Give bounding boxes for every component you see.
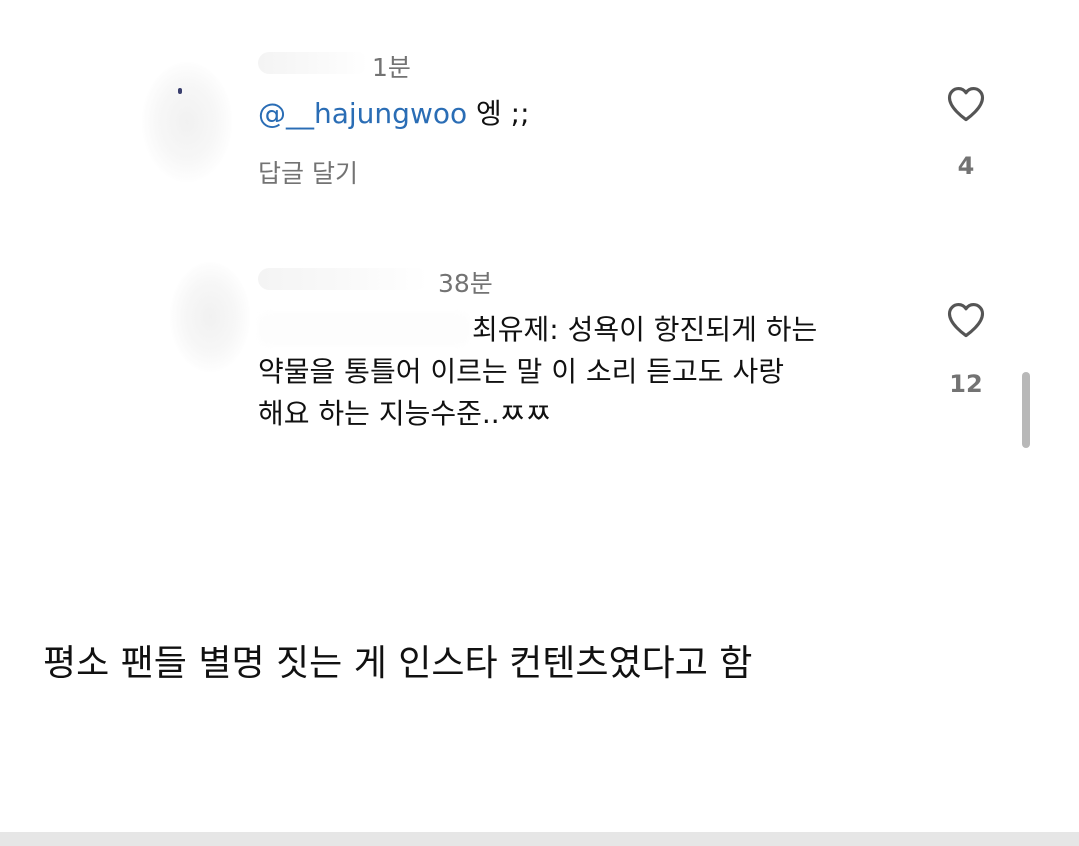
comment-1-avatar[interactable]	[142, 62, 232, 182]
comment-1-like-count: 4	[957, 152, 975, 180]
comment-2-like-button[interactable]	[944, 298, 988, 342]
heart-outline-icon	[947, 87, 985, 122]
comment-2-line-3: 해요 하는 지능수준..ㅉㅉ	[258, 397, 552, 430]
comment-2-username-blurred[interactable]	[258, 268, 428, 290]
comment-1-body: 엥 ;;	[467, 97, 530, 130]
avatar-mark	[178, 88, 182, 94]
comment-1-timestamp: 1분	[372, 53, 411, 82]
comment-2-redacted-mention	[258, 312, 470, 346]
scrollbar-thumb[interactable]	[1022, 372, 1030, 448]
comment-2-like-count: 12	[949, 370, 983, 398]
comment-2-line-1: 최유제: 성욕이 항진되게 하는	[472, 313, 818, 346]
comment-1-text: @__hajungwoo 엥 ;;	[258, 94, 530, 134]
comment-2-timestamp: 38분	[438, 269, 493, 298]
comment-1-username-blurred[interactable]	[258, 52, 368, 74]
comment-1-mention[interactable]: @__hajungwoo	[258, 97, 467, 130]
bottom-divider	[0, 832, 1079, 846]
comment-1-like-button[interactable]	[944, 82, 988, 126]
comment-2-line-2: 약물을 통틀어 이르는 말 이 소리 듣고도 사랑	[258, 355, 784, 388]
comment-1-reply-button[interactable]: 답글 달기	[258, 154, 358, 190]
heart-outline-icon	[947, 303, 985, 338]
post-caption: 평소 팬들 별명 짓는 게 인스타 컨텐츠였다고 함	[43, 643, 753, 684]
comment-2-avatar[interactable]	[170, 262, 250, 372]
